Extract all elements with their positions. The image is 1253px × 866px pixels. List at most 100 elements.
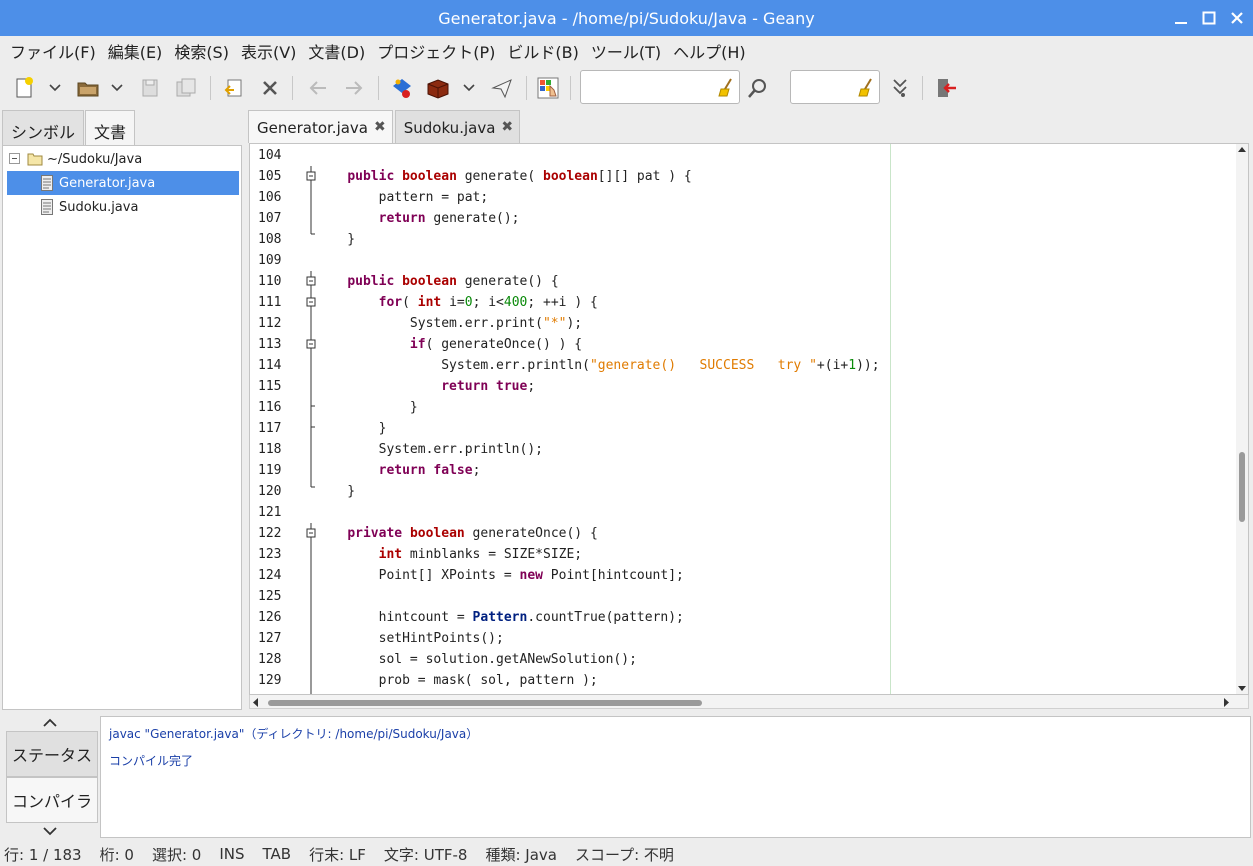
tree-folder[interactable]: ~/Sudoku/Java: [7, 147, 239, 171]
tab-compiler[interactable]: コンパイラ: [6, 777, 98, 823]
menu-file[interactable]: ファイル(F): [4, 39, 102, 63]
compiler-message: javac "Generator.java"（ディレクトリ: /home/pi/…: [109, 727, 479, 741]
new-file-icon[interactable]: [10, 74, 38, 102]
code-line: }: [316, 400, 418, 415]
line-number: 124: [258, 568, 282, 583]
save-icon[interactable]: [136, 74, 164, 102]
close-tab-icon[interactable]: ✖: [374, 119, 386, 143]
quit-icon[interactable]: [932, 74, 960, 102]
close-tab-icon[interactable]: ✖: [501, 119, 513, 143]
code-line: pattern = pat;: [316, 190, 489, 205]
document-tree: ~/Sudoku/Java Generator.java Sudoku.java: [2, 145, 242, 710]
code-editor[interactable]: 104 105 106 107 108 109 110 111 112 113 …: [249, 143, 1249, 695]
chevron-down-icon[interactable]: [42, 825, 58, 837]
chevron-down-icon[interactable]: [462, 78, 476, 98]
chevron-up-icon[interactable]: [42, 717, 58, 729]
message-tabs: ステータス コンパイラ: [2, 713, 98, 845]
menu-view[interactable]: 表示(V): [235, 39, 302, 63]
editor-tabs: Generator.java ✖ Sudoku.java ✖: [248, 110, 522, 143]
build-icon[interactable]: [424, 74, 452, 102]
goto-line-input[interactable]: [790, 70, 880, 104]
line-number: 108: [258, 232, 282, 247]
horizontal-scrollbar[interactable]: [249, 695, 1249, 709]
menu-document[interactable]: 文書(D): [302, 39, 371, 63]
execute-icon[interactable]: [488, 74, 516, 102]
tree-file-label: Generator.java: [59, 175, 156, 191]
toolbar-separator: [526, 76, 527, 100]
compiler-output[interactable]: javac "Generator.java"（ディレクトリ: /home/pi/…: [100, 716, 1251, 838]
text-file-icon: [41, 199, 53, 215]
status-encoding: 文字: UTF-8: [383, 845, 468, 864]
code-line: private boolean generateOnce() {: [347, 526, 598, 541]
line-number: 106: [258, 190, 282, 205]
search-icon[interactable]: [744, 74, 772, 102]
compile-icon[interactable]: [388, 74, 416, 102]
collapse-icon[interactable]: [9, 153, 21, 165]
line-number: 111: [258, 295, 282, 310]
color-chooser-icon[interactable]: [534, 74, 562, 102]
tab-status[interactable]: ステータス: [6, 731, 98, 777]
status-filetype: 種類: Java: [485, 845, 557, 864]
toolbar-separator: [570, 76, 571, 100]
forward-arrow-icon[interactable]: [340, 74, 368, 102]
goto-line-icon[interactable]: [886, 74, 914, 102]
menu-help[interactable]: ヘルプ(H): [667, 39, 752, 63]
line-number: 128: [258, 652, 282, 667]
code-line: int minblanks = SIZE*SIZE;: [378, 547, 583, 562]
tab-sudoku-java[interactable]: Sudoku.java ✖: [394, 110, 521, 143]
revert-icon[interactable]: [220, 74, 248, 102]
tree-file-sudoku[interactable]: Sudoku.java: [7, 195, 239, 219]
clear-broom-icon: [718, 78, 732, 97]
back-arrow-icon[interactable]: [304, 74, 332, 102]
tree-file-label: Sudoku.java: [59, 199, 139, 215]
chevron-down-icon[interactable]: [110, 78, 124, 98]
menu-search[interactable]: 検索(S): [168, 39, 235, 63]
menu-bar: ファイル(F) 編集(E) 検索(S) 表示(V) 文書(D) プロジェクト(P…: [0, 36, 1253, 66]
tree-file-generator[interactable]: Generator.java: [7, 171, 239, 195]
line-number: 117: [258, 421, 282, 436]
line-number: 110: [258, 274, 282, 289]
close-file-icon[interactable]: [256, 74, 284, 102]
sidebar-tabs: シンボル 文書: [2, 110, 136, 146]
tab-symbols[interactable]: シンボル: [2, 110, 85, 146]
tab-generator-java[interactable]: Generator.java ✖: [248, 110, 393, 143]
search-input[interactable]: [580, 70, 740, 104]
window-title: Generator.java - /home/pi/Sudoku/Java - …: [438, 9, 815, 28]
long-line-marker: [890, 144, 891, 694]
code-line: System.err.print("*");: [316, 316, 583, 331]
code-line: System.err.println("generate() SUCCESS t…: [316, 358, 880, 373]
line-number-gutter: 104 105 106 107 108 109 110 111 112 113 …: [250, 144, 306, 694]
open-folder-icon[interactable]: [74, 74, 102, 102]
code-text[interactable]: public boolean generate( boolean[][] pat…: [316, 144, 1241, 694]
menu-project[interactable]: プロジェクト(P): [371, 39, 501, 63]
code-line: return true;: [441, 379, 536, 394]
code-line: }: [316, 484, 356, 499]
vertical-scrollbar[interactable]: [1236, 144, 1248, 694]
code-line: return false;: [378, 463, 481, 478]
chevron-down-icon[interactable]: [48, 78, 62, 98]
fold-margin[interactable]: [306, 144, 316, 694]
line-number: 120: [258, 484, 282, 499]
line-number: 107: [258, 211, 282, 226]
tab-documents[interactable]: 文書: [85, 110, 136, 146]
minimize-icon[interactable]: [1170, 6, 1192, 30]
maximize-icon[interactable]: [1198, 6, 1220, 30]
toolbar: [0, 66, 1253, 110]
line-number: 122: [258, 526, 282, 541]
line-number: 123: [258, 547, 282, 562]
menu-tools[interactable]: ツール(T): [585, 39, 667, 63]
code-line: Point[] XPoints = new Point[hintcount];: [316, 568, 684, 583]
code-line: }: [316, 421, 387, 436]
toolbar-separator: [292, 76, 293, 100]
close-icon[interactable]: [1226, 6, 1248, 30]
code-line: return generate();: [378, 211, 520, 226]
menu-edit[interactable]: 編集(E): [102, 39, 169, 63]
menu-build[interactable]: ビルド(B): [501, 39, 584, 63]
save-all-icon[interactable]: [172, 74, 200, 102]
line-number: 114: [258, 358, 282, 373]
code-line: public boolean generate() {: [347, 274, 559, 289]
code-line: }: [316, 232, 356, 247]
folder-label: ~/Sudoku/Java: [47, 151, 143, 167]
toolbar-separator: [922, 76, 923, 100]
line-number: 119: [258, 463, 282, 478]
